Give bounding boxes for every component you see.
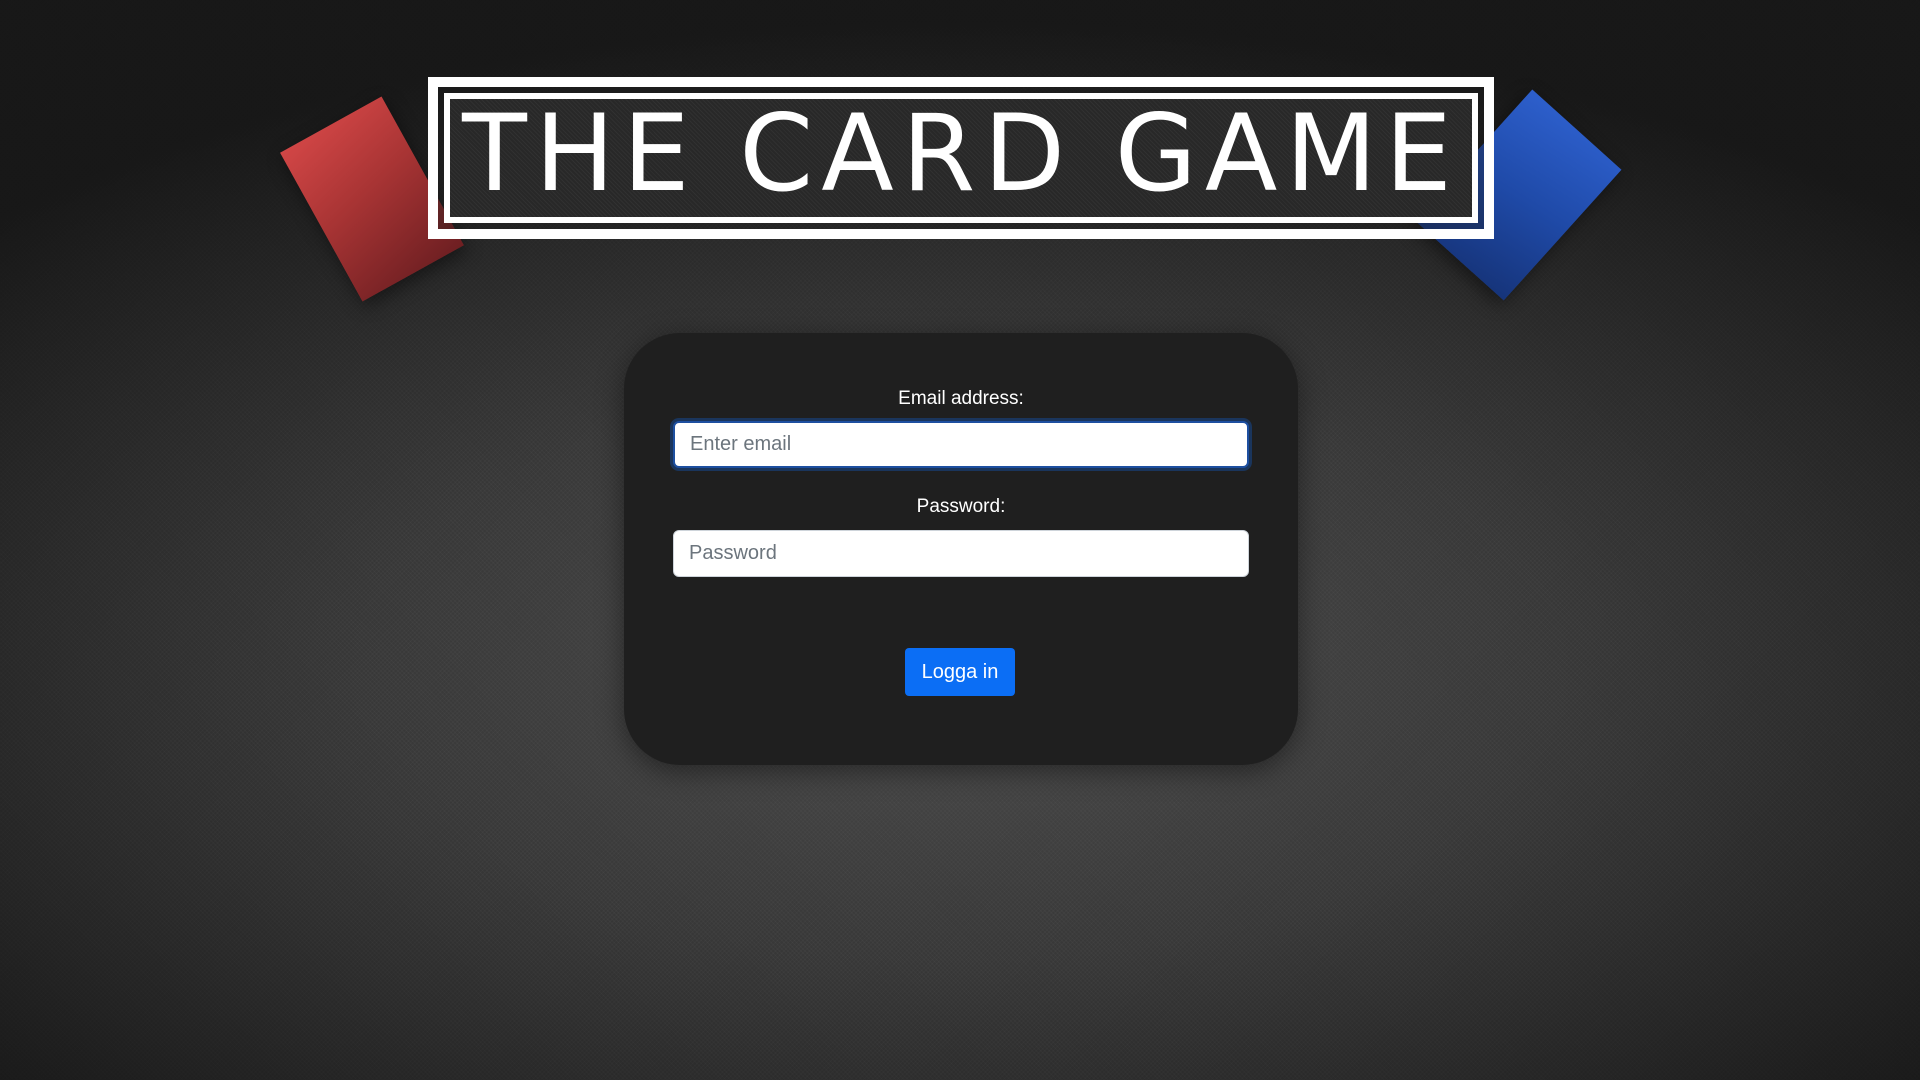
login-button[interactable]: Logga in bbox=[905, 648, 1015, 696]
password-field[interactable] bbox=[673, 530, 1249, 577]
page-title: THE CARD GAME bbox=[462, 92, 1460, 215]
password-label: Password: bbox=[916, 496, 1006, 517]
title-banner: THE CARD GAME bbox=[428, 77, 1494, 239]
login-form: Email address: Password: Logga in bbox=[624, 333, 1298, 765]
email-label: Email address: bbox=[898, 388, 1024, 409]
email-field[interactable] bbox=[673, 421, 1249, 468]
